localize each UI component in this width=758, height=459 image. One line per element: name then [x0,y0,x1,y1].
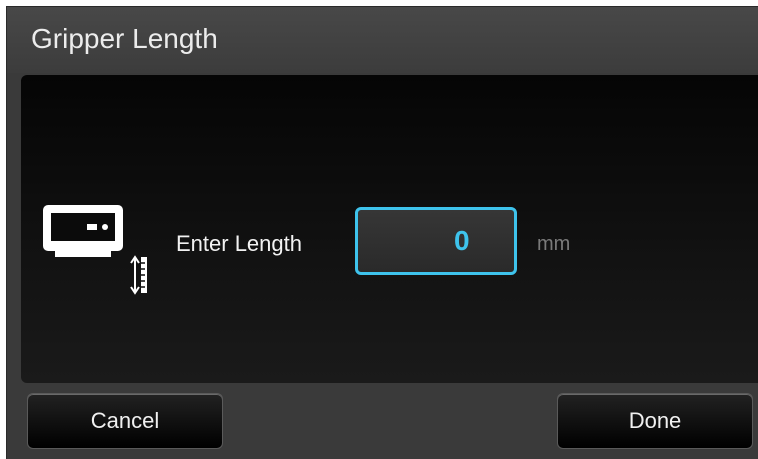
gripper-length-dialog: Gripper Length Enter Length 0 mm Cancel … [6,6,758,459]
content-panel: Enter Length 0 mm [21,75,758,383]
done-button[interactable]: Done [557,393,753,449]
cancel-button[interactable]: Cancel [27,393,223,449]
dialog-title: Gripper Length [31,23,218,54]
enter-length-label: Enter Length [176,231,302,256]
unit-label: mm [537,233,571,255]
title-bar: Gripper Length [7,7,758,73]
length-input[interactable]: 0 [355,207,517,275]
gripper-length-icon [43,205,147,295]
